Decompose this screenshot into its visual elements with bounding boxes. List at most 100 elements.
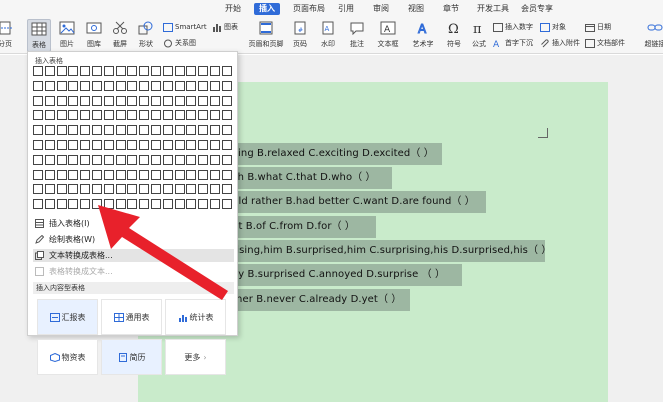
table-grid-cell[interactable] [151, 80, 161, 91]
table-grid-cell[interactable] [103, 80, 114, 91]
tab-start[interactable]: 开始 [222, 3, 244, 15]
table-grid-cell[interactable] [151, 154, 161, 165]
table-grid-cell[interactable] [221, 110, 232, 121]
date-button[interactable]: 日期 [585, 21, 611, 33]
table-grid-cell[interactable] [151, 110, 161, 121]
table-grid-cell[interactable] [162, 66, 173, 76]
table-grid-cell[interactable] [139, 140, 150, 150]
table-grid-cell[interactable] [162, 184, 173, 195]
table-grid-cell[interactable] [33, 110, 43, 121]
table-grid-cell[interactable] [139, 154, 150, 165]
drop-cap-button[interactable]: A 首字下沉 [493, 37, 533, 49]
table-grid-cell[interactable] [68, 154, 79, 165]
table-grid-cell[interactable] [103, 66, 114, 76]
table-grid-cell[interactable] [44, 95, 55, 106]
template-supplies[interactable]: 物资表 [37, 339, 98, 375]
table-grid-cell[interactable] [68, 199, 79, 210]
table-grid-cell[interactable] [68, 140, 79, 150]
table-grid-cell[interactable] [139, 125, 150, 136]
table-grid-cell[interactable] [139, 95, 150, 106]
table-grid-cell[interactable] [162, 169, 173, 180]
document-line-7[interactable]: ther B.never C.already D.yet（ ） [232, 289, 401, 311]
hyperlink-button[interactable]: 超链接 [640, 21, 663, 49]
table-grid-cell[interactable] [174, 80, 185, 91]
table-grid-cell[interactable] [56, 95, 67, 106]
table-grid-cell[interactable] [92, 95, 102, 106]
gallery-button[interactable]: 图库 [82, 21, 106, 49]
table-grid-cell[interactable] [174, 184, 185, 195]
table-grid-cell[interactable] [162, 125, 173, 136]
table-grid-cell[interactable] [139, 80, 150, 91]
table-grid-cell[interactable] [56, 110, 67, 121]
table-grid-cell[interactable] [115, 154, 126, 165]
table-grid-cell[interactable] [139, 66, 150, 76]
table-grid-cell[interactable] [80, 199, 91, 210]
table-grid-cell[interactable] [198, 154, 209, 165]
table-grid-cell[interactable] [80, 66, 91, 76]
tab-view[interactable]: 视图 [405, 3, 427, 15]
table-grid-cell[interactable] [44, 184, 55, 195]
table-grid-cell[interactable] [210, 184, 220, 195]
table-grid-cell[interactable] [221, 199, 232, 210]
table-grid-cell[interactable] [127, 169, 138, 180]
table-grid-cell[interactable] [186, 184, 197, 195]
insert-table-item[interactable]: 插入表格(I) [33, 217, 234, 230]
table-grid-cell[interactable] [56, 140, 67, 150]
table-grid-cell[interactable] [210, 125, 220, 136]
table-grid-cell[interactable] [174, 154, 185, 165]
page-break-button[interactable]: 分页 [0, 21, 16, 49]
table-grid-cell[interactable] [80, 125, 91, 136]
table-grid-cell[interactable] [92, 199, 102, 210]
table-grid-cell[interactable] [151, 95, 161, 106]
table-grid-cell[interactable] [198, 95, 209, 106]
table-grid-cell[interactable] [56, 169, 67, 180]
table-grid-cell[interactable] [151, 140, 161, 150]
table-grid-cell[interactable] [92, 80, 102, 91]
table-grid-cell[interactable] [115, 169, 126, 180]
table-grid-cell[interactable] [33, 80, 43, 91]
table-grid-cell[interactable] [221, 125, 232, 136]
table-grid-cell[interactable] [151, 199, 161, 210]
object-button[interactable]: 对象 [540, 21, 566, 33]
table-grid-cell[interactable] [174, 199, 185, 210]
table-button[interactable]: 表格 [27, 19, 51, 52]
tab-member[interactable]: 会员专享 [518, 3, 556, 15]
document-line-6[interactable]: oy B.surprised C.annoyed D.surprise （ ） [232, 264, 445, 286]
tab-page-layout[interactable]: 页面布局 [290, 3, 328, 15]
table-grid-cell[interactable] [221, 140, 232, 150]
table-grid-cell[interactable] [92, 169, 102, 180]
chart-button[interactable]: 图表 [212, 21, 238, 33]
table-grid-cell[interactable] [221, 169, 232, 180]
table-grid-cell[interactable] [198, 80, 209, 91]
table-grid-cell[interactable] [139, 169, 150, 180]
table-grid-cell[interactable] [221, 95, 232, 106]
template-report[interactable]: 汇报表 [37, 299, 98, 335]
tab-developer[interactable]: 开发工具 [474, 3, 512, 15]
tab-chapter[interactable]: 章节 [440, 3, 462, 15]
table-grid-cell[interactable] [103, 95, 114, 106]
table-grid-cell[interactable] [92, 66, 102, 76]
table-grid-cell[interactable] [174, 66, 185, 76]
shape-button[interactable]: 形状 [134, 21, 158, 49]
table-grid-cell[interactable] [198, 199, 209, 210]
table-grid-cell[interactable] [92, 154, 102, 165]
table-grid-cell[interactable] [56, 80, 67, 91]
template-more[interactable]: 更多 › [165, 339, 226, 375]
tab-insert[interactable]: 插入 [254, 3, 280, 15]
table-grid-cell[interactable] [103, 125, 114, 136]
table-grid-cell[interactable] [68, 95, 79, 106]
table-grid-cell[interactable] [198, 184, 209, 195]
table-grid-cell[interactable] [33, 154, 43, 165]
table-grid-cell[interactable] [210, 199, 220, 210]
table-grid-cell[interactable] [210, 95, 220, 106]
table-grid-cell[interactable] [103, 184, 114, 195]
table-grid-cell[interactable] [198, 110, 209, 121]
table-grid-cell[interactable] [151, 125, 161, 136]
table-grid-cell[interactable] [68, 66, 79, 76]
table-grid-cell[interactable] [68, 169, 79, 180]
table-grid-cell[interactable] [174, 140, 185, 150]
table-grid-cell[interactable] [33, 95, 43, 106]
textbox-button[interactable]: A 文本框 [374, 21, 402, 49]
table-grid-cell[interactable] [44, 110, 55, 121]
table-grid-cell[interactable] [174, 169, 185, 180]
